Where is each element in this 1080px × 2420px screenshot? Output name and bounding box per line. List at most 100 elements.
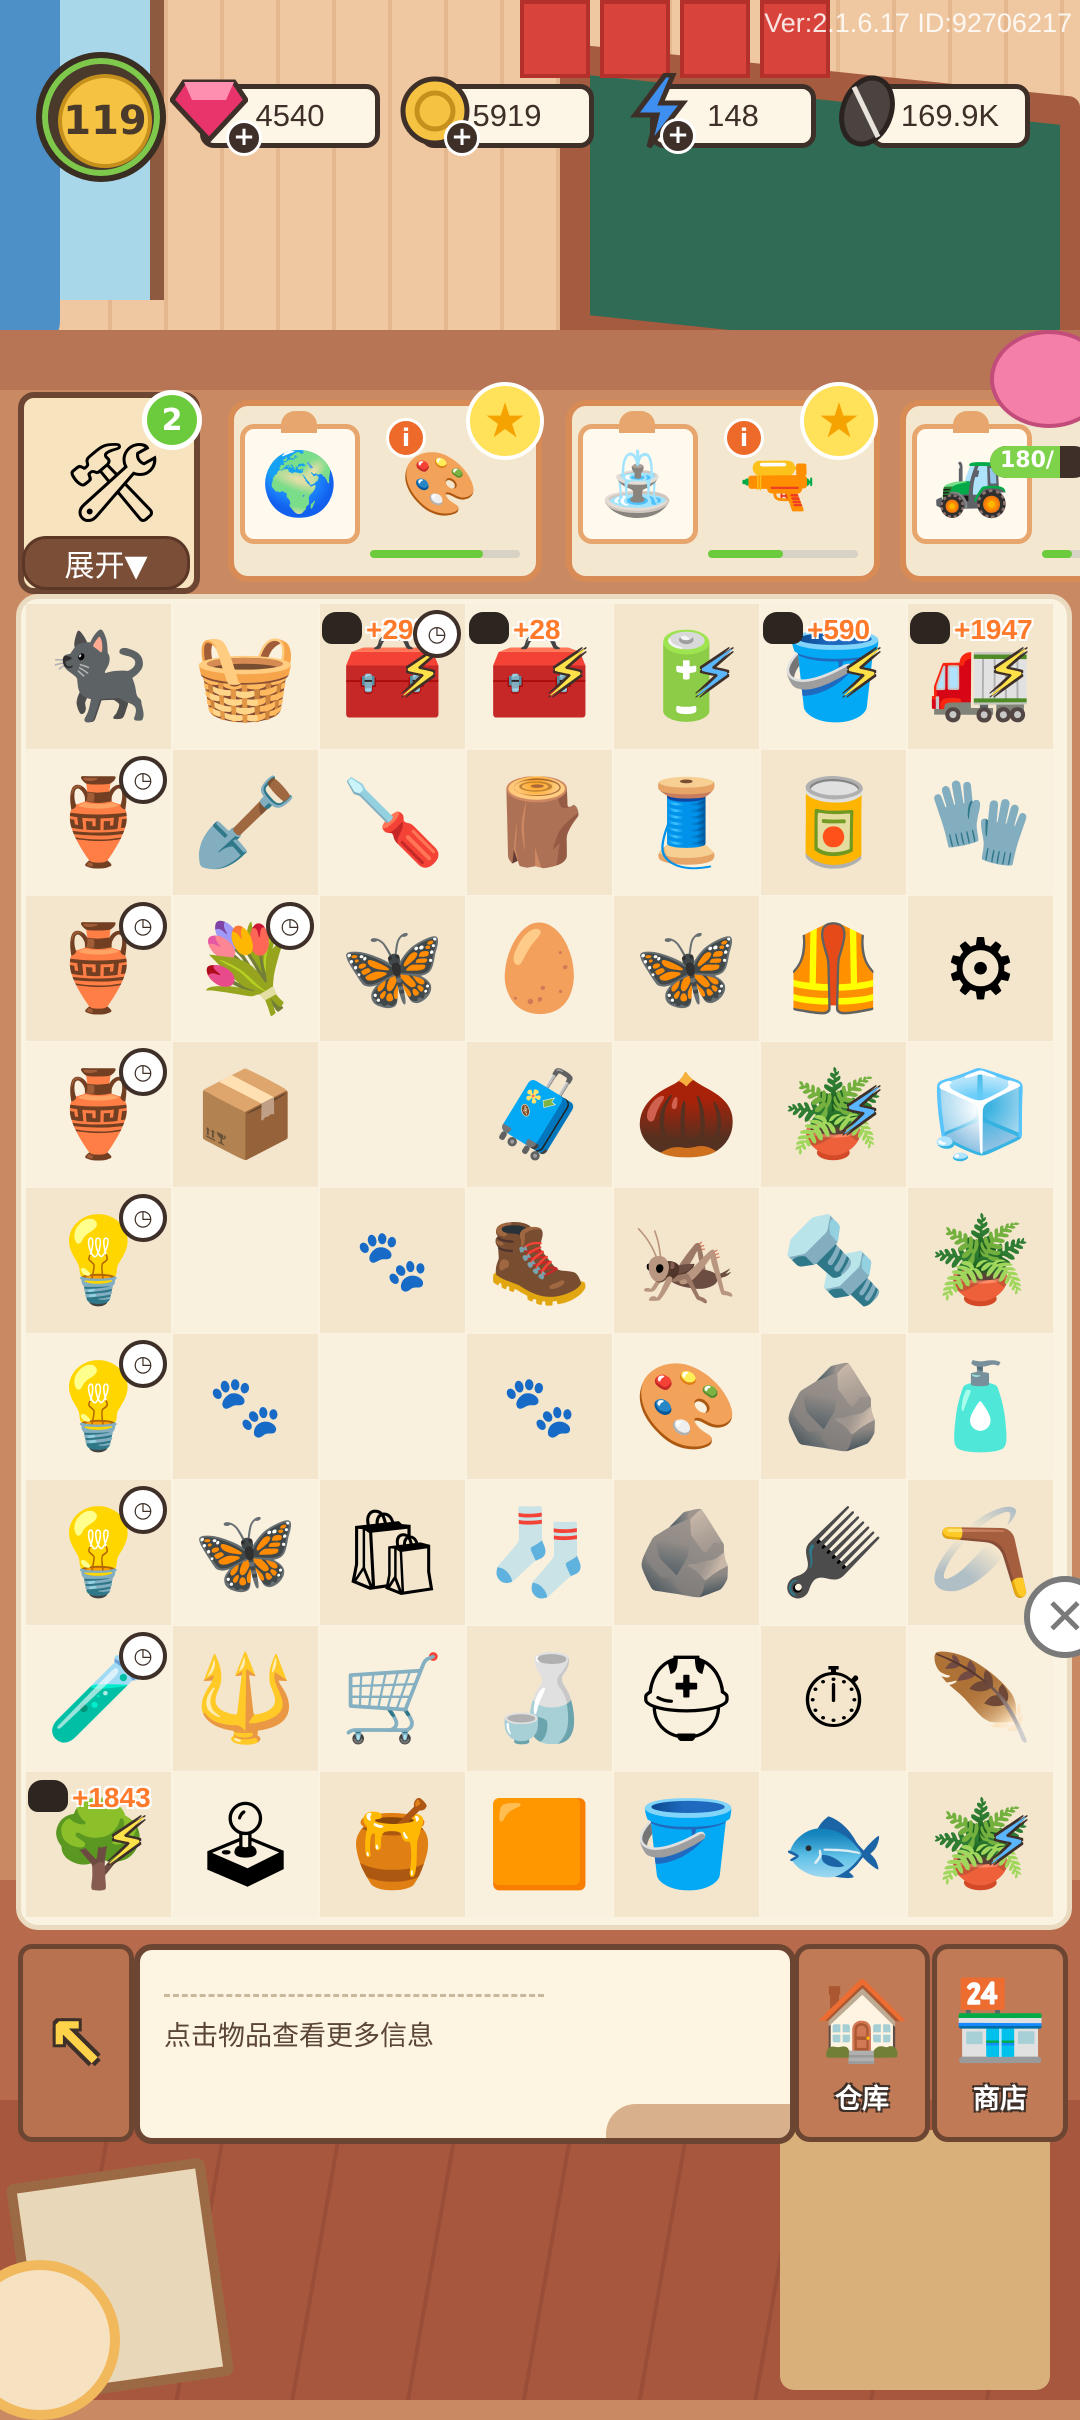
board-cell[interactable]: 🔋 ⚡ (614, 604, 759, 749)
merge-item-icon: 🦗 (634, 1211, 739, 1309)
merge-item-icon: 🍶 (487, 1649, 592, 1747)
merge-item-icon: 🧺 (193, 627, 298, 725)
merge-item-icon: 🧴 (928, 1357, 1033, 1455)
board-cell[interactable]: 🎨 (614, 1334, 759, 1479)
board-cell[interactable]: 🥾 (467, 1188, 612, 1333)
clock-icon: ◷ (413, 610, 461, 658)
board-cell[interactable]: ⚙ (908, 896, 1053, 1041)
warehouse-button[interactable]: 🏠 仓库 (794, 1944, 930, 2142)
clock-icon: ◷ (119, 1340, 167, 1388)
board-cell[interactable]: 🧵 (614, 750, 759, 895)
energy-bonus-label: +1843 (72, 1782, 151, 1813)
board-cell[interactable]: 🥚 (467, 896, 612, 1041)
board-cell[interactable]: 🥫 (761, 750, 906, 895)
board-cell[interactable]: 🐟 (761, 1772, 906, 1917)
board-cell[interactable]: 🐾 (320, 1188, 465, 1333)
board-cell[interactable]: 🪨 (761, 1334, 906, 1479)
order-info-icon[interactable]: i (386, 418, 426, 458)
board-cell[interactable]: 🐾 (467, 1334, 612, 1479)
merge-item-icon: 🐈‍⬛ (46, 627, 151, 725)
board-cell[interactable]: 🧪 ◷ (26, 1626, 171, 1771)
board-cell[interactable] (320, 1334, 465, 1479)
board-cell[interactable]: 🧊 (908, 1042, 1053, 1187)
board-cell[interactable]: ⛑ (614, 1626, 759, 1771)
board-cell[interactable]: 🦋 (614, 896, 759, 1041)
shop-button[interactable]: 🏪 商店 (932, 1944, 1068, 2142)
board-cell[interactable]: 🦗 (614, 1188, 759, 1333)
merge-item-icon: 🪃 (928, 1503, 1033, 1601)
board-cell[interactable]: 🧳 (467, 1042, 612, 1187)
wall-banner (520, 0, 590, 78)
board-cell[interactable]: ⏱ (761, 1626, 906, 1771)
add-coins-icon[interactable]: + (444, 120, 480, 156)
board-cell[interactable]: 🪴 ⚡ (908, 1772, 1053, 1917)
board-cell[interactable]: 🦺 (761, 896, 906, 1041)
board-cell[interactable]: 🔱 (173, 1626, 318, 1771)
order-info-icon[interactable]: i (724, 418, 764, 458)
board-cell[interactable]: 💡 ◷ (26, 1334, 171, 1479)
board-cell[interactable]: 🏺 ◷ (26, 1042, 171, 1187)
merge-item-icon: 🪨 (781, 1357, 886, 1455)
merge-item-icon: 🦋 (634, 919, 739, 1017)
board-cell[interactable]: 🪴 (908, 1188, 1053, 1333)
add-gems-icon[interactable]: + (226, 120, 262, 156)
board-cell[interactable]: 🕹 (173, 1772, 318, 1917)
board-cell[interactable]: 🪮 (761, 1480, 906, 1625)
board-cell[interactable]: 🪨 (614, 1480, 759, 1625)
back-arrow-icon: ↖ (45, 2001, 107, 2085)
board-cell[interactable]: 🧤 (908, 750, 1053, 895)
board-cell[interactable]: 💡 ◷ (26, 1188, 171, 1333)
merge-item-icon: 🧊 (928, 1065, 1033, 1163)
board-cell[interactable]: 🪣 ⚡ +590 (761, 604, 906, 749)
board-cell[interactable]: 🧦 (467, 1480, 612, 1625)
merge-item-icon: 🪛 (340, 773, 445, 871)
back-button[interactable]: ↖ (18, 1944, 134, 2142)
merge-item-icon: 🪴 (928, 1211, 1033, 1309)
merge-item-icon: 🧦 (487, 1503, 592, 1601)
board-cell[interactable]: 🪏 (173, 750, 318, 895)
board-cell[interactable]: 🪴 ⚡ (761, 1042, 906, 1187)
expand-button[interactable]: 展开▼ (22, 536, 190, 590)
board-cell[interactable]: 🪶 (908, 1626, 1053, 1771)
item-info-text: 点击物品查看更多信息 (164, 2021, 434, 2052)
merge-item-icon: 🦋 (340, 919, 445, 1017)
board-cell[interactable]: 🛒 (320, 1626, 465, 1771)
board-cell[interactable]: 🦋 (173, 1480, 318, 1625)
board-cell[interactable]: 🦋 (320, 896, 465, 1041)
board-cell[interactable]: 🟧 (467, 1772, 612, 1917)
board-cell[interactable]: 🐾 (173, 1334, 318, 1479)
board-cell[interactable]: 🧺 (173, 604, 318, 749)
board-cell[interactable] (320, 1042, 465, 1187)
board-cell[interactable]: 🏺 ◷ (26, 750, 171, 895)
board-cell[interactable]: 🧴 (908, 1334, 1053, 1479)
board-cell[interactable]: 🧰 ⚡ +293 ◷ (320, 604, 465, 749)
seeds-value: 169.9K (900, 98, 1000, 133)
board-cell[interactable]: 🪵 (467, 750, 612, 895)
board-cell[interactable]: 🌳 ⚡ +1843 (26, 1772, 171, 1917)
energy-value: 148 (707, 98, 759, 133)
board-cell[interactable] (173, 1188, 318, 1333)
board-cell[interactable]: 🧰 ⚡ +28 (467, 604, 612, 749)
board-cell[interactable]: 🌰 (614, 1042, 759, 1187)
piggy-bank-progress-text: 180/ (1000, 448, 1054, 473)
shop-label: 商店 (973, 2084, 1027, 2115)
clock-icon: ◷ (119, 1048, 167, 1096)
board-cell[interactable]: 🔩 (761, 1188, 906, 1333)
add-energy-icon[interactable]: + (660, 118, 696, 154)
board-cell[interactable]: 🪣 (614, 1772, 759, 1917)
board-cell[interactable]: 📦 (173, 1042, 318, 1187)
merge-item-icon: 🍯 (340, 1795, 445, 1893)
energy-bolt-icon: ⚡ (839, 1076, 884, 1150)
board-cell[interactable]: 💡 ◷ (26, 1480, 171, 1625)
board-cell[interactable]: 🏺 ◷ (26, 896, 171, 1041)
board-cell[interactable]: 🍶 (467, 1626, 612, 1771)
board-cell[interactable]: 🛍 (320, 1480, 465, 1625)
board-cell[interactable]: 💐 ◷ (173, 896, 318, 1041)
merge-item-icon: 🪶 (928, 1649, 1033, 1747)
board-cell[interactable]: 🐈‍⬛ (26, 604, 171, 749)
player-level-badge[interactable]: 119 (36, 52, 166, 182)
board-cell[interactable]: 🍯 (320, 1772, 465, 1917)
board-cell[interactable]: 🚛 ⚡ +1947 (908, 604, 1053, 749)
wall-banner (600, 0, 670, 78)
board-cell[interactable]: 🪛 (320, 750, 465, 895)
